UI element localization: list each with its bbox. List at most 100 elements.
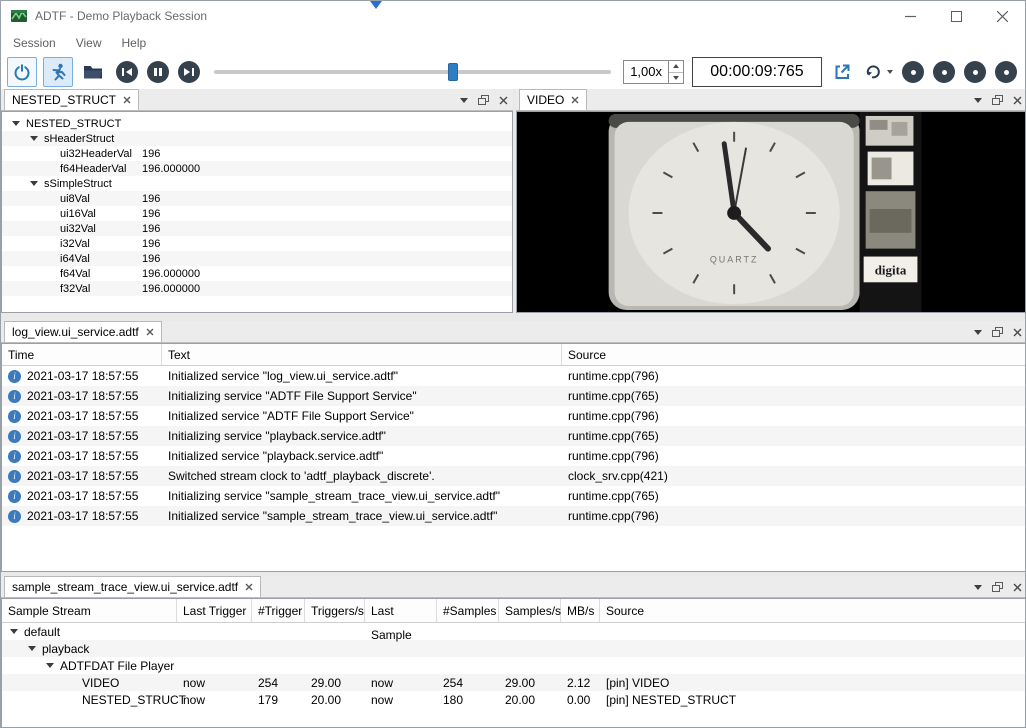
marker-button-1[interactable] bbox=[902, 61, 924, 83]
column-header-last-sample[interactable]: Last Sample bbox=[365, 599, 437, 622]
maximize-button[interactable] bbox=[933, 1, 979, 31]
tree-row[interactable]: i32Val196 bbox=[2, 236, 512, 251]
tree-row[interactable]: i64Val196 bbox=[2, 251, 512, 266]
log-row[interactable]: 2021-03-17 18:57:55Initializing service … bbox=[2, 486, 1026, 506]
panel-close-icon[interactable] bbox=[1013, 96, 1022, 105]
expander-icon[interactable] bbox=[46, 663, 54, 668]
speed-spin-controls bbox=[668, 61, 683, 83]
tree-label: NESTED_STRUCT bbox=[26, 118, 121, 130]
trace-stream-row[interactable]: NESTED_STRUCT now 179 20.00 now 180 20.0… bbox=[2, 691, 1026, 708]
speed-up-button[interactable] bbox=[669, 61, 683, 73]
menu-view[interactable]: View bbox=[66, 32, 112, 54]
expander-icon[interactable] bbox=[30, 136, 38, 141]
column-header-samples[interactable]: #Samples bbox=[437, 599, 499, 622]
column-header-source[interactable]: Source bbox=[600, 599, 1026, 622]
expander-icon[interactable] bbox=[30, 181, 38, 186]
trace-group-row[interactable]: default bbox=[2, 623, 1026, 640]
tab-close-icon[interactable] bbox=[146, 328, 154, 336]
log-row[interactable]: 2021-03-17 18:57:55Initialized service "… bbox=[2, 406, 1026, 426]
column-header-text[interactable]: Text bbox=[162, 344, 562, 365]
tree-row[interactable]: ui32HeaderVal196 bbox=[2, 146, 512, 161]
column-header-triggers-s[interactable]: Triggers/s bbox=[305, 599, 365, 622]
tree-row[interactable]: sSimpleStruct bbox=[2, 176, 512, 191]
panel-menu-icon[interactable] bbox=[974, 98, 982, 103]
panel-menu-icon[interactable] bbox=[460, 98, 468, 103]
timeline-slider-groove[interactable] bbox=[214, 70, 611, 74]
marker-button-2[interactable] bbox=[933, 61, 955, 83]
playback-time-field[interactable]: 00:00:09:765 bbox=[692, 57, 822, 87]
expander-icon[interactable] bbox=[10, 629, 18, 634]
column-header-source[interactable]: Source bbox=[562, 344, 1026, 365]
panel-float-icon[interactable] bbox=[478, 95, 489, 105]
panel-close-icon[interactable] bbox=[1013, 328, 1022, 337]
run-toggle-button[interactable] bbox=[43, 57, 73, 87]
mb-per-second: 2.12 bbox=[561, 676, 600, 690]
pause-button[interactable] bbox=[147, 61, 169, 83]
tab-video[interactable]: VIDEO bbox=[519, 89, 587, 110]
loop-mode-button[interactable] bbox=[864, 63, 893, 81]
tab-close-icon[interactable] bbox=[123, 96, 131, 104]
trace-group-row[interactable]: playback bbox=[2, 640, 1026, 657]
tree-row[interactable]: f32Val196.000000 bbox=[2, 281, 512, 296]
nested-struct-panel: NESTED_STRUCT NESTED_STRUCT sHeaderStruc… bbox=[1, 89, 513, 313]
log-text: Initialized service "playback.service.ad… bbox=[162, 449, 562, 463]
panel-close-icon[interactable] bbox=[499, 96, 508, 105]
column-header-trigger[interactable]: #Trigger bbox=[252, 599, 305, 622]
tab-close-icon[interactable] bbox=[245, 583, 253, 591]
panel-float-icon[interactable] bbox=[992, 95, 1003, 105]
marker-button-3[interactable] bbox=[964, 61, 986, 83]
log-row[interactable]: 2021-03-17 18:57:55Initializing service … bbox=[2, 386, 1026, 406]
power-toggle-button[interactable] bbox=[7, 57, 37, 87]
log-row[interactable]: 2021-03-17 18:57:55Initialized service "… bbox=[2, 506, 1026, 526]
stream-name: NESTED_STRUCT bbox=[82, 693, 186, 707]
log-row[interactable]: 2021-03-17 18:57:55Switched stream clock… bbox=[2, 466, 1026, 486]
log-row[interactable]: 2021-03-17 18:57:55Initializing service … bbox=[2, 426, 1026, 446]
skip-to-start-button[interactable] bbox=[116, 61, 138, 83]
tree-row[interactable]: ui16Val196 bbox=[2, 206, 512, 221]
open-file-button[interactable] bbox=[79, 57, 107, 87]
playback-speed-value[interactable]: 1,00x bbox=[624, 61, 668, 83]
menu-session[interactable]: Session bbox=[3, 32, 66, 54]
menu-help[interactable]: Help bbox=[112, 32, 157, 54]
adtf-app-icon[interactable] bbox=[10, 7, 28, 25]
marker-button-4[interactable] bbox=[995, 61, 1017, 83]
tree-row[interactable]: ui8Val196 bbox=[2, 191, 512, 206]
trace-group-row[interactable]: ADTFDAT File Player bbox=[2, 657, 1026, 674]
log-time: 2021-03-17 18:57:55 bbox=[27, 469, 138, 483]
panel-menu-icon[interactable] bbox=[974, 330, 982, 335]
timeline-slider-handle[interactable] bbox=[448, 63, 458, 81]
panel-close-icon[interactable] bbox=[1013, 583, 1022, 592]
log-text: Initializing service "ADTF File Support … bbox=[162, 389, 562, 403]
column-header-last-trigger[interactable]: Last Trigger bbox=[177, 599, 252, 622]
log-row[interactable]: 2021-03-17 18:57:55Initialized service "… bbox=[2, 446, 1026, 466]
tree-label: ui32Val bbox=[60, 223, 96, 235]
tab-sample-stream-trace[interactable]: sample_stream_trace_view.ui_service.adtf bbox=[4, 576, 261, 597]
expander-icon[interactable] bbox=[28, 646, 36, 651]
panel-float-icon[interactable] bbox=[992, 582, 1003, 592]
panel-menu-icon[interactable] bbox=[974, 585, 982, 590]
tree-row[interactable]: ui32Val196 bbox=[2, 221, 512, 236]
log-row[interactable]: 2021-03-17 18:57:55Initialized service "… bbox=[2, 366, 1026, 386]
tab-nested-struct[interactable]: NESTED_STRUCT bbox=[4, 89, 139, 110]
tree-row[interactable]: NESTED_STRUCT bbox=[2, 116, 512, 131]
playback-speed-spinbox[interactable]: 1,00x bbox=[623, 60, 684, 84]
tree-row[interactable]: sHeaderStruct bbox=[2, 131, 512, 146]
tab-log-view[interactable]: log_view.ui_service.adtf bbox=[4, 321, 162, 342]
tree-row[interactable]: f64HeaderVal196.000000 bbox=[2, 161, 512, 176]
column-header-samples-s[interactable]: Samples/s bbox=[499, 599, 561, 622]
trace-stream-row[interactable]: VIDEO now 254 29.00 now 254 29.00 2.12 [… bbox=[2, 674, 1026, 691]
expander-icon[interactable] bbox=[12, 121, 20, 126]
speed-down-button[interactable] bbox=[669, 73, 683, 84]
column-header-sample-stream[interactable]: Sample Stream bbox=[2, 599, 177, 622]
skip-to-end-button[interactable] bbox=[178, 61, 200, 83]
minimize-button[interactable] bbox=[887, 1, 933, 31]
tab-close-icon[interactable] bbox=[571, 96, 579, 104]
detach-button[interactable] bbox=[828, 57, 856, 87]
column-header-mbs[interactable]: MB/s bbox=[561, 599, 600, 622]
panel-float-icon[interactable] bbox=[992, 327, 1003, 337]
column-header-time[interactable]: Time bbox=[2, 344, 162, 365]
window-title: ADTF - Demo Playback Session bbox=[35, 9, 207, 23]
close-button[interactable] bbox=[979, 1, 1025, 31]
tree-row[interactable]: f64Val196.000000 bbox=[2, 266, 512, 281]
timeline-slider[interactable] bbox=[214, 57, 611, 87]
